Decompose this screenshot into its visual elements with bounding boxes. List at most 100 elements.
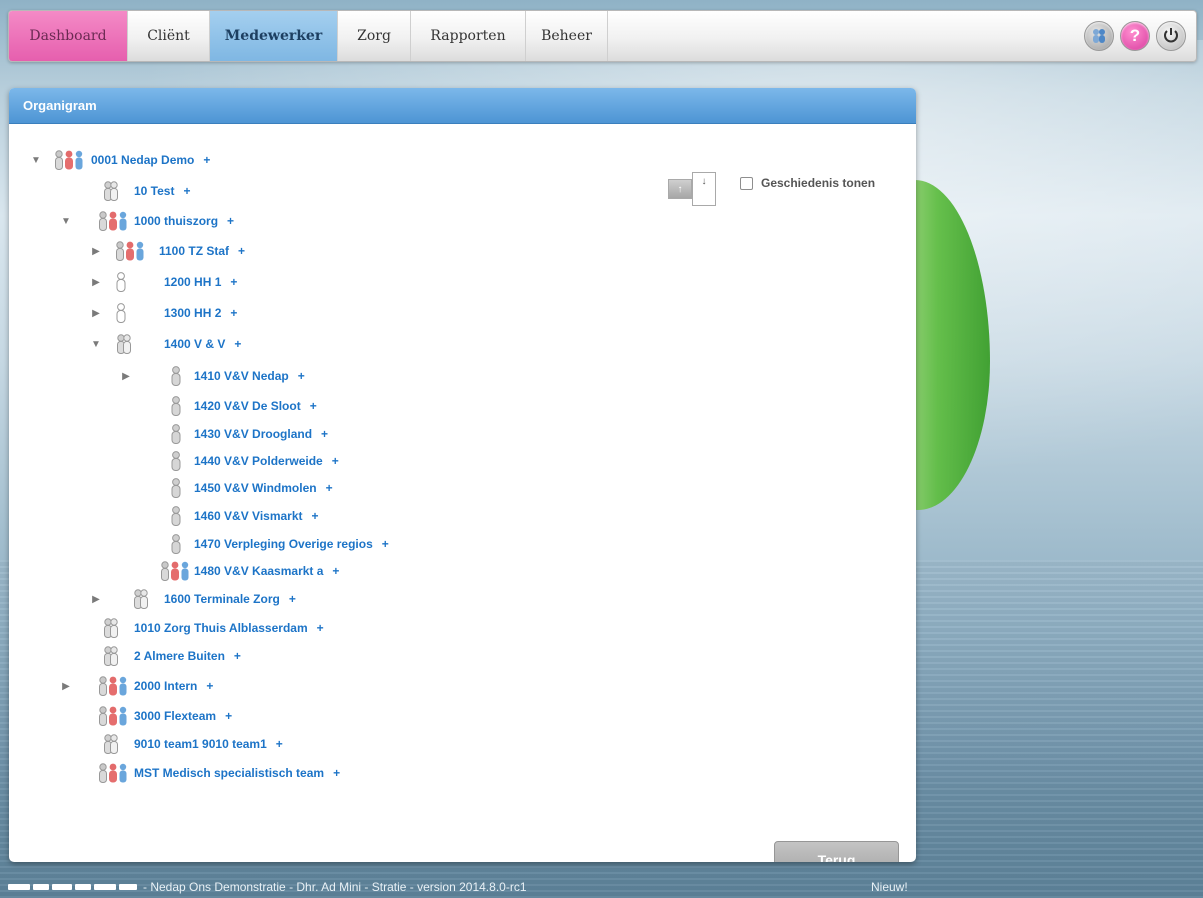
- tree-node-label[interactable]: 1400 V & V: [164, 337, 225, 351]
- add-child-button[interactable]: +: [183, 184, 190, 198]
- tree-node-text: 1600 Terminale Zorg +: [164, 592, 296, 606]
- expand-arrow-icon[interactable]: ▶: [91, 594, 101, 605]
- tree-node: ▶ 2000 Intern +: [9, 674, 889, 698]
- tree-node-label[interactable]: 1480 V&V Kaasmarkt a: [194, 564, 323, 578]
- tree-node-label[interactable]: 1450 V&V Windmolen: [194, 481, 317, 495]
- tab-client[interactable]: Cliënt: [128, 11, 210, 61]
- tree-node-label[interactable]: 2000 Intern: [134, 679, 197, 693]
- add-child-button[interactable]: +: [206, 679, 213, 693]
- tree-node-label[interactable]: 10 Test: [134, 184, 174, 198]
- tree-node-label[interactable]: 2 Almere Buiten: [134, 649, 225, 663]
- tree-node-text: 1460 V&V Vismarkt +: [194, 509, 319, 523]
- tree-node-label[interactable]: 1000 thuiszorg: [134, 214, 218, 228]
- tree-node: ▼ 1400 V & V +: [9, 332, 889, 356]
- group-icon: [97, 705, 129, 730]
- footer: - Nedap Ons Demonstratie - Dhr. Ad Mini …: [8, 876, 928, 898]
- tree-node-text: 2000 Intern +: [134, 679, 213, 693]
- tree-node-label[interactable]: 3000 Flexteam: [134, 709, 216, 723]
- panel-title: Organigram: [9, 88, 916, 124]
- collapse-arrow-icon[interactable]: ▼: [91, 339, 101, 350]
- tree-node: MST Medisch specialistisch team +: [9, 761, 889, 785]
- add-child-button[interactable]: +: [310, 399, 317, 413]
- tree-node-label[interactable]: 1200 HH 1: [164, 275, 221, 289]
- tree-node-label[interactable]: MST Medisch specialistisch team: [134, 766, 324, 780]
- expand-arrow-icon[interactable]: ▶: [61, 681, 71, 692]
- person-outline-icon: [114, 302, 128, 327]
- expand-arrow-icon[interactable]: ▶: [91, 277, 101, 288]
- add-child-button[interactable]: +: [230, 306, 237, 320]
- tree-node-label[interactable]: 1460 V&V Vismarkt: [194, 509, 303, 523]
- tree-node-label[interactable]: 1440 V&V Polderweide: [194, 454, 323, 468]
- add-child-button[interactable]: +: [326, 481, 333, 495]
- nedap-logo: [8, 884, 137, 890]
- tree-node-text: 1200 HH 1 +: [164, 275, 237, 289]
- tab-dashboard[interactable]: Dashboard: [9, 11, 128, 61]
- add-child-button[interactable]: +: [333, 766, 340, 780]
- group-icon: [159, 560, 191, 585]
- add-child-button[interactable]: +: [321, 427, 328, 441]
- tree-node: 1010 Zorg Thuis Alblasserdam +: [9, 616, 889, 640]
- person-icon: [169, 505, 183, 530]
- tree-node-text: 2 Almere Buiten +: [134, 649, 241, 663]
- tree-node-label[interactable]: 1420 V&V De Sloot: [194, 399, 301, 413]
- add-child-button[interactable]: +: [238, 244, 245, 258]
- add-child-button[interactable]: +: [276, 737, 283, 751]
- tab-zorg[interactable]: Zorg: [338, 11, 411, 61]
- expand-arrow-icon[interactable]: ▶: [91, 246, 101, 257]
- add-child-button[interactable]: +: [227, 214, 234, 228]
- tree-node-text: 0001 Nedap Demo +: [91, 153, 210, 167]
- new-link[interactable]: Nieuw!: [871, 880, 908, 894]
- add-child-button[interactable]: +: [225, 709, 232, 723]
- tree-node: 1480 V&V Kaasmarkt a +: [9, 559, 889, 583]
- add-child-button[interactable]: +: [317, 621, 324, 635]
- tree-node-label[interactable]: 1600 Terminale Zorg: [164, 592, 280, 606]
- tree-node-label[interactable]: 1430 V&V Droogland: [194, 427, 312, 441]
- add-child-button[interactable]: +: [382, 537, 389, 551]
- tree-node-text: 1410 V&V Nedap +: [194, 369, 305, 383]
- tree-node: 10 Test +: [9, 179, 889, 203]
- tree-node-label[interactable]: 0001 Nedap Demo: [91, 153, 194, 167]
- person-icon: [169, 477, 183, 502]
- top-navigation: Dashboard Cliënt Medewerker Zorg Rapport…: [8, 10, 1197, 62]
- help-icon[interactable]: ?: [1120, 21, 1150, 51]
- tree-node-text: 1100 TZ Staf +: [159, 244, 245, 258]
- tree-node-text: 1430 V&V Droogland +: [194, 427, 328, 441]
- people-icon: [101, 617, 121, 642]
- tree-node-label[interactable]: 9010 team1 9010 team1: [134, 737, 267, 751]
- add-child-button[interactable]: +: [230, 275, 237, 289]
- collapse-arrow-icon[interactable]: ▼: [31, 155, 41, 166]
- tree-node: 1460 V&V Vismarkt +: [9, 504, 889, 528]
- tab-medewerker[interactable]: Medewerker: [210, 11, 338, 61]
- person-icon: [169, 395, 183, 420]
- footer-text: - Nedap Ons Demonstratie - Dhr. Ad Mini …: [143, 880, 527, 894]
- tree-node-label[interactable]: 1470 Verpleging Overige regios: [194, 537, 373, 551]
- add-child-button[interactable]: +: [312, 509, 319, 523]
- tree-node-text: 1000 thuiszorg +: [134, 214, 234, 228]
- collapse-arrow-icon[interactable]: ▼: [61, 216, 71, 227]
- tab-rapporten[interactable]: Rapporten: [411, 11, 526, 61]
- add-child-button[interactable]: +: [234, 649, 241, 663]
- tree-node-label[interactable]: 1410 V&V Nedap: [194, 369, 289, 383]
- add-child-button[interactable]: +: [298, 369, 305, 383]
- expand-arrow-icon[interactable]: ▶: [91, 308, 101, 319]
- add-child-button[interactable]: +: [289, 592, 296, 606]
- users-icon[interactable]: [1084, 21, 1114, 51]
- tree-node: 3000 Flexteam +: [9, 704, 889, 728]
- add-child-button[interactable]: +: [234, 337, 241, 351]
- tree-node: 1420 V&V De Sloot +: [9, 394, 889, 418]
- back-button[interactable]: Terug: [774, 841, 899, 862]
- person-icon: [169, 533, 183, 558]
- power-icon[interactable]: [1156, 21, 1186, 51]
- add-child-button[interactable]: +: [332, 454, 339, 468]
- group-icon: [53, 149, 85, 174]
- tree-node-text: 1420 V&V De Sloot +: [194, 399, 317, 413]
- tab-beheer[interactable]: Beheer: [526, 11, 608, 61]
- tree-node-label[interactable]: 1300 HH 2: [164, 306, 221, 320]
- tree-node-label[interactable]: 1010 Zorg Thuis Alblasserdam: [134, 621, 308, 635]
- add-child-button[interactable]: +: [332, 564, 339, 578]
- add-child-button[interactable]: +: [203, 153, 210, 167]
- organigram-tree: ↑ ↓ Geschiedenis tonen Terug ▼ 0001 Nedap…: [9, 124, 916, 862]
- person-icon: [169, 423, 183, 448]
- tree-node-label[interactable]: 1100 TZ Staf: [159, 244, 229, 258]
- expand-arrow-icon[interactable]: ▶: [121, 371, 131, 382]
